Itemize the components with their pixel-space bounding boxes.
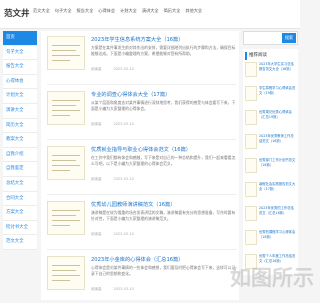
top-header: 范文井 范文大全 句子大全 报告大全 心得体会 计划大全 演讲大全 简历大全 其… — [0, 0, 300, 29]
nav-item[interactable]: 其他大全 — [185, 8, 202, 14]
divider — [47, 194, 237, 195]
article-views: 阅读量 — [91, 232, 102, 236]
article-title[interactable]: 专业的调查心得体会大全（17篇） — [91, 91, 170, 98]
article-list: 2023年学生信息系统方案大全（16篇） 方案是在某件事发生前对其作出的安排，需… — [41, 31, 239, 300]
sidebar-item-home[interactable]: 首页 — [3, 31, 37, 46]
article-card[interactable]: 优秀幼儿园教师演讲稿范文（16篇） 演讲稿是在较为隆重的场合发表讲话的文稿，演讲… — [47, 198, 237, 248]
sidebar-item[interactable]: 计划大全 — [3, 89, 37, 104]
article-date: 2023-03-10 — [114, 232, 134, 236]
recommended-thumbnail[interactable] — [245, 134, 257, 149]
recommended-title[interactable]: 优秀周记优秀心得体会（汇总19篇） — [259, 110, 296, 124]
category-sidebar: 首页 句子大全 报告大全 心得体会 计划大全 演讲大全 简历大全 教案大全 自我… — [3, 31, 37, 250]
article-thumbnail[interactable] — [47, 201, 85, 235]
article-date: 2023-03-10 — [114, 177, 134, 181]
right-sidebar: 搜索 推荐阅读 2023年大学生实习总结报告范文大全（16篇） 学生寒假学习心得… — [243, 31, 298, 275]
divider — [47, 139, 237, 140]
recommended-title[interactable]: 优秀的课程学习心得体会（18篇） — [259, 230, 296, 244]
article-views: 阅读量 — [91, 122, 102, 126]
recommended-title[interactable]: 2023年大学生实习总结报告范文大全（16篇） — [259, 62, 296, 76]
recommended-thumbnail[interactable] — [245, 86, 257, 101]
sidebar-item[interactable]: 报告大全 — [3, 60, 37, 75]
recommended-item[interactable]: 优秀周记优秀心得体会（汇总19篇） — [245, 110, 296, 132]
recommended-thumbnail[interactable] — [245, 110, 257, 125]
recommended-thumbnail[interactable] — [245, 158, 257, 173]
recommended-thumbnail[interactable] — [245, 182, 257, 197]
sidebar-item[interactable]: 简历大全 — [3, 119, 37, 134]
panel-title: 推荐阅读 — [245, 52, 296, 60]
article-summary: 演讲稿是在较为隆重的场合发表讲话的文稿，演讲稿要有充分的思想准备，写作时要有针对… — [91, 210, 237, 227]
sidebar-item[interactable]: 方案大全 — [3, 206, 37, 221]
article-meta: 阅读量 2023-03-10 — [91, 232, 134, 237]
recommended-panel: 推荐阅读 2023年大学生实习总结报告范文大全（16篇） 学生寒假学习心得体会范… — [243, 49, 298, 275]
nav-item[interactable]: 报告大全 — [77, 8, 94, 14]
article-title[interactable]: 2023年学生信息系统方案大全（16篇） — [91, 36, 183, 43]
recommended-thumbnail[interactable] — [245, 206, 257, 221]
recommended-item[interactable]: 2023年大学生实习总结报告范文大全（16篇） — [245, 62, 296, 84]
article-card[interactable]: 2023年学生信息系统方案大全（16篇） 方案是在某件事发生前对其作出的安排，需… — [47, 33, 237, 83]
article-card[interactable]: 优质就业指导与职业心得体会范文（16篇） 在工作中我们都有体会和感触，写下来是对… — [47, 143, 237, 193]
sidebar-item[interactable]: 范文大全 — [3, 235, 37, 250]
article-meta: 阅读量 2023-03-10 — [91, 122, 134, 127]
recommended-title[interactable]: 2023年优秀的工作总结范文（汇总16篇） — [259, 206, 296, 220]
article-date: 2023-03-10 — [114, 67, 134, 71]
nav-item[interactable]: 范文大全 — [33, 8, 50, 14]
main-nav: 范文大全 句子大全 报告大全 心得体会 计划大全 演讲大全 简历大全 其他大全 — [33, 8, 202, 14]
article-title[interactable]: 优秀幼儿园教师演讲稿范文（16篇） — [91, 201, 175, 208]
recommended-title[interactable]: 学生寒假学习心得体会范文（19篇） — [259, 86, 296, 100]
article-meta: 阅读量 2023-03-10 — [91, 177, 134, 182]
article-summary: 心得体会是对某件事情的一些体会和感想，我们要及时把心得体会写下来，这样可以记录下… — [91, 265, 237, 282]
recommended-item[interactable]: 2023年优秀的工作总结范文（汇总16篇） — [245, 206, 296, 228]
article-meta: 阅读量 2023-03-10 — [91, 67, 134, 72]
article-card[interactable]: 专业的调查心得体会大全（17篇） 从某个层面和角度去对某件事情进行深刻地思考，我… — [47, 88, 237, 138]
recommended-title[interactable]: 2023年优秀教师工作总结范文（16篇） — [259, 134, 296, 148]
nav-item[interactable]: 心得体会 — [98, 8, 115, 14]
nav-item[interactable]: 演讲大全 — [142, 8, 159, 14]
recommended-thumbnail[interactable] — [245, 230, 257, 245]
recommended-item[interactable]: 2023年优秀教师工作总结范文（16篇） — [245, 134, 296, 156]
article-views: 阅读量 — [91, 177, 102, 181]
divider — [47, 249, 237, 250]
divider — [47, 84, 237, 85]
article-thumbnail[interactable] — [47, 256, 85, 290]
article-card[interactable]: 2023年小金库的心得体会（汇总16篇） 心得体会是对某件事情的一些体会和感想，… — [47, 253, 237, 303]
article-thumbnail[interactable] — [47, 146, 85, 180]
recommended-thumbnail[interactable] — [245, 62, 257, 77]
sidebar-item[interactable]: 检讨书大全 — [3, 221, 37, 236]
article-title[interactable]: 优质就业指导与职业心得体会范文（16篇） — [91, 146, 191, 153]
article-summary: 在工作中我们都有体会和感触，写下来是对自己的一种总结和提升，我们一起来看看怎么写… — [91, 155, 237, 172]
article-thumbnail[interactable] — [47, 91, 85, 125]
sidebar-item[interactable]: 演讲大全 — [3, 104, 37, 119]
search-input[interactable]: 搜索 — [243, 31, 298, 45]
search-button[interactable]: 搜索 — [282, 33, 296, 43]
sidebar-item[interactable]: 自我鉴定 — [3, 162, 37, 177]
nav-item[interactable]: 计划大全 — [120, 8, 137, 14]
recommended-item[interactable]: 暑假社会实践报告范文大全（17篇） — [245, 182, 296, 204]
recommended-title[interactable]: 优秀部门工作计划书范文（16篇） — [259, 158, 296, 172]
recommended-item[interactable]: 学生寒假学习心得体会范文（19篇） — [245, 86, 296, 108]
recommended-title[interactable]: 暑假社会实践报告范文大全（17篇） — [259, 182, 296, 196]
article-views: 阅读量 — [91, 67, 102, 71]
sidebar-item[interactable]: 教案大全 — [3, 133, 37, 148]
article-date: 2023-03-10 — [114, 287, 134, 291]
nav-item[interactable]: 简历大全 — [164, 8, 181, 14]
sidebar-item[interactable]: 总结大全 — [3, 177, 37, 192]
article-title[interactable]: 2023年小金库的心得体会（汇总16篇） — [91, 256, 183, 263]
recommended-item[interactable]: 优秀的课程学习心得体会（18篇） — [245, 230, 296, 252]
article-thumbnail[interactable] — [47, 36, 85, 70]
article-summary: 从某个层面和角度去对某件事情进行深刻地思考，我们获得的感受与体会要写下来，下面是… — [91, 100, 237, 117]
article-summary: 方案是在某件事发生前对其作出的安排，需要详细地列出执行的步骤和方法，确保目标能够… — [91, 45, 237, 62]
recommended-item[interactable]: 优秀部门工作计划书范文（16篇） — [245, 158, 296, 180]
nav-item[interactable]: 句子大全 — [55, 8, 72, 14]
site-logo[interactable]: 范文井 — [4, 7, 30, 19]
watermark: 如图所示 — [230, 262, 314, 292]
sidebar-item[interactable]: 合同大全 — [3, 192, 37, 207]
article-views: 阅读量 — [91, 287, 102, 291]
article-date: 2023-03-10 — [114, 122, 134, 126]
sidebar-item[interactable]: 自我介绍 — [3, 148, 37, 163]
sidebar-item[interactable]: 句子大全 — [3, 46, 37, 61]
article-meta: 阅读量 2023-03-10 — [91, 287, 134, 292]
sidebar-item[interactable]: 心得体会 — [3, 75, 37, 90]
